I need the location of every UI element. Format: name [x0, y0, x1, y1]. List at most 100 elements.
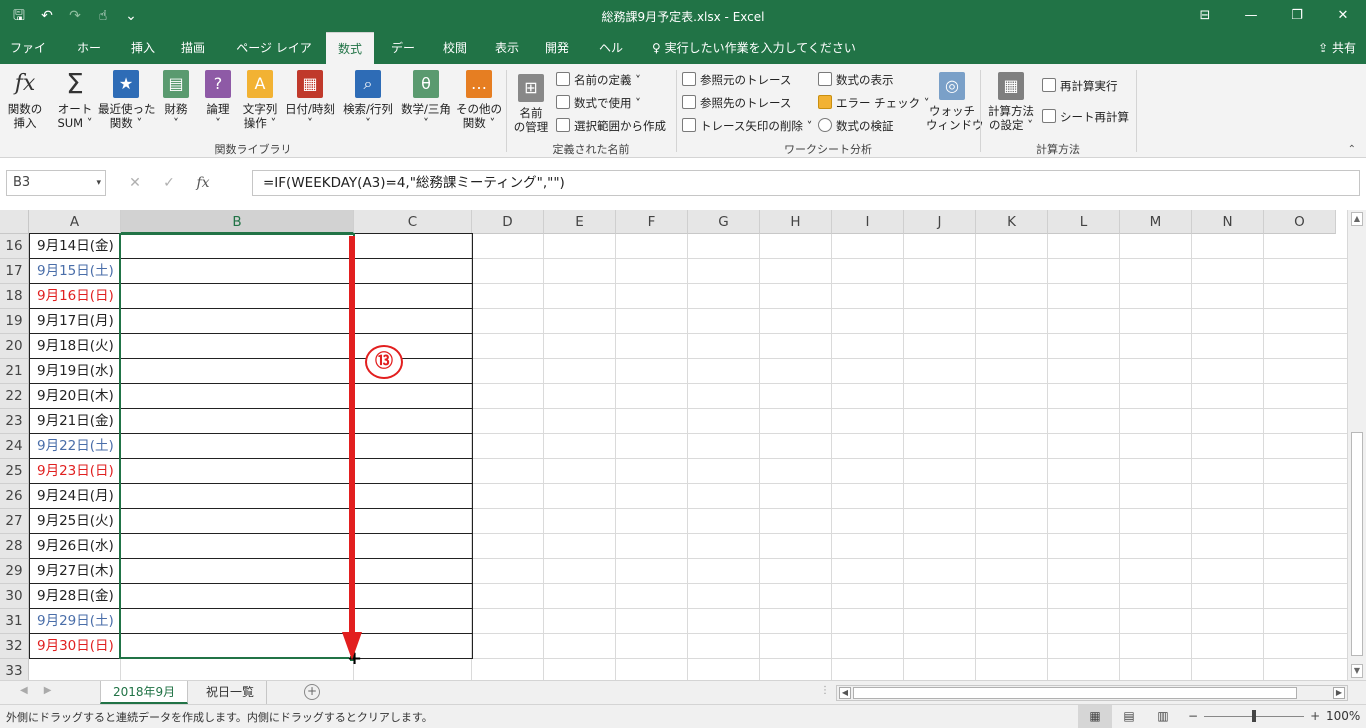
- row-header[interactable]: 19: [0, 309, 29, 334]
- page-layout-view-icon[interactable]: ▤: [1112, 705, 1146, 728]
- row-header[interactable]: 24: [0, 434, 29, 459]
- row-header[interactable]: 28: [0, 534, 29, 559]
- tab-review[interactable]: 校閲: [432, 32, 478, 64]
- row-header[interactable]: 20: [0, 334, 29, 359]
- column-header-l[interactable]: L: [1048, 210, 1120, 234]
- restore-button[interactable]: ❐: [1274, 0, 1320, 32]
- row-header[interactable]: 18: [0, 284, 29, 309]
- row-header[interactable]: 17: [0, 259, 29, 284]
- scroll-left-icon[interactable]: ◀: [839, 687, 851, 699]
- scroll-right-icon[interactable]: ▶: [1333, 687, 1345, 699]
- column-header-f[interactable]: F: [616, 210, 688, 234]
- tab-file[interactable]: ファイル: [0, 32, 56, 87]
- cancel-icon[interactable]: ✕: [118, 175, 152, 191]
- zoom-out-icon[interactable]: −: [1188, 709, 1198, 723]
- more-functions-button[interactable]: … その他の 関数 ˅: [456, 70, 502, 130]
- add-sheet-icon[interactable]: +: [304, 684, 320, 700]
- horizontal-scroll-thumb[interactable]: [853, 687, 1297, 699]
- recently-used-button[interactable]: ★ 最近使った 関数 ˅: [98, 70, 156, 130]
- worksheet-grid[interactable]: ▲ ▼ A B C D E F G H I J K L M N O 16 9月14日(金) 17 9月15日(土) 1…: [0, 210, 1366, 684]
- row-header[interactable]: 25: [0, 459, 29, 484]
- tell-me-search[interactable]: ♀ 実行したい作業を入力してください: [652, 32, 856, 64]
- tab-page-layout[interactable]: ページ レイアウト: [222, 32, 326, 87]
- insert-function-icon[interactable]: fx: [186, 175, 220, 191]
- column-header-b[interactable]: B: [121, 210, 354, 234]
- column-header-d[interactable]: D: [472, 210, 544, 234]
- error-checking-button[interactable]: エラー チェック ˅: [818, 93, 930, 113]
- row-header[interactable]: 22: [0, 384, 29, 409]
- text-button[interactable]: A 文字列 操作 ˅: [240, 70, 280, 130]
- name-manager-button[interactable]: ⊞ 名前 の管理: [510, 74, 552, 134]
- column-header-i[interactable]: I: [832, 210, 904, 234]
- column-header-n[interactable]: N: [1192, 210, 1264, 234]
- financial-button[interactable]: ▤ 財務 ˅: [158, 70, 194, 130]
- calculate-now-button[interactable]: 再計算実行: [1042, 76, 1118, 96]
- sheet-next-icon[interactable]: ▶: [44, 685, 52, 696]
- splitter-icon[interactable]: ⋮: [820, 685, 830, 696]
- minimize-button[interactable]: —: [1228, 0, 1274, 32]
- zoom-knob[interactable]: [1252, 709, 1257, 722]
- calculation-options-button[interactable]: ▦ 計算方法 の設定 ˅: [984, 72, 1038, 132]
- row-header[interactable]: 32: [0, 634, 29, 659]
- column-header-e[interactable]: E: [544, 210, 616, 234]
- scroll-up-icon[interactable]: ▲: [1351, 212, 1363, 226]
- autosum-button[interactable]: Σ オート SUM ˅: [52, 70, 98, 131]
- enter-icon[interactable]: ✓: [152, 175, 186, 191]
- selection-range[interactable]: [119, 233, 355, 659]
- chevron-down-icon[interactable]: ▾: [96, 171, 101, 195]
- formula-input[interactable]: =IF(WEEKDAY(A3)=4,"総務課ミーティング",""): [252, 170, 1360, 196]
- column-header-o[interactable]: O: [1264, 210, 1336, 234]
- watch-window-button[interactable]: ◎ ウォッチ ウィンドウ: [926, 72, 984, 132]
- zoom-slider[interactable]: − +: [1188, 709, 1320, 723]
- normal-view-icon[interactable]: ▦: [1078, 705, 1112, 728]
- tab-home[interactable]: ホーム: [62, 32, 116, 87]
- row-header[interactable]: 26: [0, 484, 29, 509]
- row-header[interactable]: 27: [0, 509, 29, 534]
- row-header[interactable]: 30: [0, 584, 29, 609]
- vertical-scroll-thumb[interactable]: [1351, 432, 1363, 656]
- column-header-m[interactable]: M: [1120, 210, 1192, 234]
- sheet-prev-icon[interactable]: ◀: [20, 685, 28, 696]
- date-time-button[interactable]: ▦ 日付/時刻 ˅: [282, 70, 338, 130]
- row-header[interactable]: 29: [0, 559, 29, 584]
- scroll-down-icon[interactable]: ▼: [1351, 664, 1363, 678]
- page-break-view-icon[interactable]: ▥: [1146, 705, 1180, 728]
- column-header-c[interactable]: C: [354, 210, 472, 234]
- create-from-selection-button[interactable]: 選択範囲から作成: [556, 116, 666, 136]
- show-formulas-button[interactable]: 数式の表示: [818, 70, 894, 90]
- use-in-formula-button[interactable]: 数式で使用 ˅: [556, 93, 641, 113]
- tab-insert[interactable]: 挿入: [120, 32, 166, 64]
- insert-function-button[interactable]: fx 関数の 挿入: [4, 70, 46, 130]
- tab-data[interactable]: データ: [380, 32, 426, 87]
- zoom-track[interactable]: [1204, 709, 1305, 722]
- tab-help[interactable]: ヘルプ: [584, 32, 638, 87]
- trace-precedents-button[interactable]: 参照元のトレース: [682, 70, 791, 90]
- row-header[interactable]: 31: [0, 609, 29, 634]
- lookup-button[interactable]: ⌕ 検索/行列 ˅: [340, 70, 396, 130]
- horizontal-scrollbar[interactable]: ◀ ▶: [836, 685, 1348, 701]
- vertical-scrollbar[interactable]: ▲ ▼: [1347, 210, 1366, 680]
- row-header[interactable]: 16: [0, 234, 29, 259]
- logical-button[interactable]: ? 論理 ˅: [200, 70, 236, 130]
- tab-draw[interactable]: 描画: [170, 32, 216, 64]
- close-button[interactable]: ✕: [1320, 0, 1366, 32]
- select-all-corner[interactable]: [0, 210, 29, 234]
- tab-formulas[interactable]: 数式: [326, 32, 374, 64]
- column-header-h[interactable]: H: [760, 210, 832, 234]
- column-header-j[interactable]: J: [904, 210, 976, 234]
- collapse-ribbon-icon[interactable]: ⌃: [1348, 144, 1356, 155]
- column-header-k[interactable]: K: [976, 210, 1048, 234]
- name-box[interactable]: B3 ▾: [6, 170, 106, 196]
- sheet-tab-holidays[interactable]: 祝日一覧: [194, 681, 268, 704]
- trace-dependents-button[interactable]: 参照先のトレース: [682, 93, 791, 113]
- define-name-button[interactable]: 名前の定義 ˅: [556, 70, 641, 90]
- row-header[interactable]: 23: [0, 409, 29, 434]
- tab-developer[interactable]: 開発: [534, 32, 580, 64]
- zoom-in-icon[interactable]: +: [1310, 709, 1320, 723]
- remove-arrows-button[interactable]: トレース矢印の削除 ˅: [682, 116, 812, 136]
- calculate-sheet-button[interactable]: シート再計算: [1042, 107, 1129, 127]
- evaluate-formula-button[interactable]: 数式の検証: [818, 116, 894, 136]
- column-header-g[interactable]: G: [688, 210, 760, 234]
- column-header-a[interactable]: A: [29, 210, 121, 234]
- math-trig-button[interactable]: θ 数学/三角 ˅: [398, 70, 454, 130]
